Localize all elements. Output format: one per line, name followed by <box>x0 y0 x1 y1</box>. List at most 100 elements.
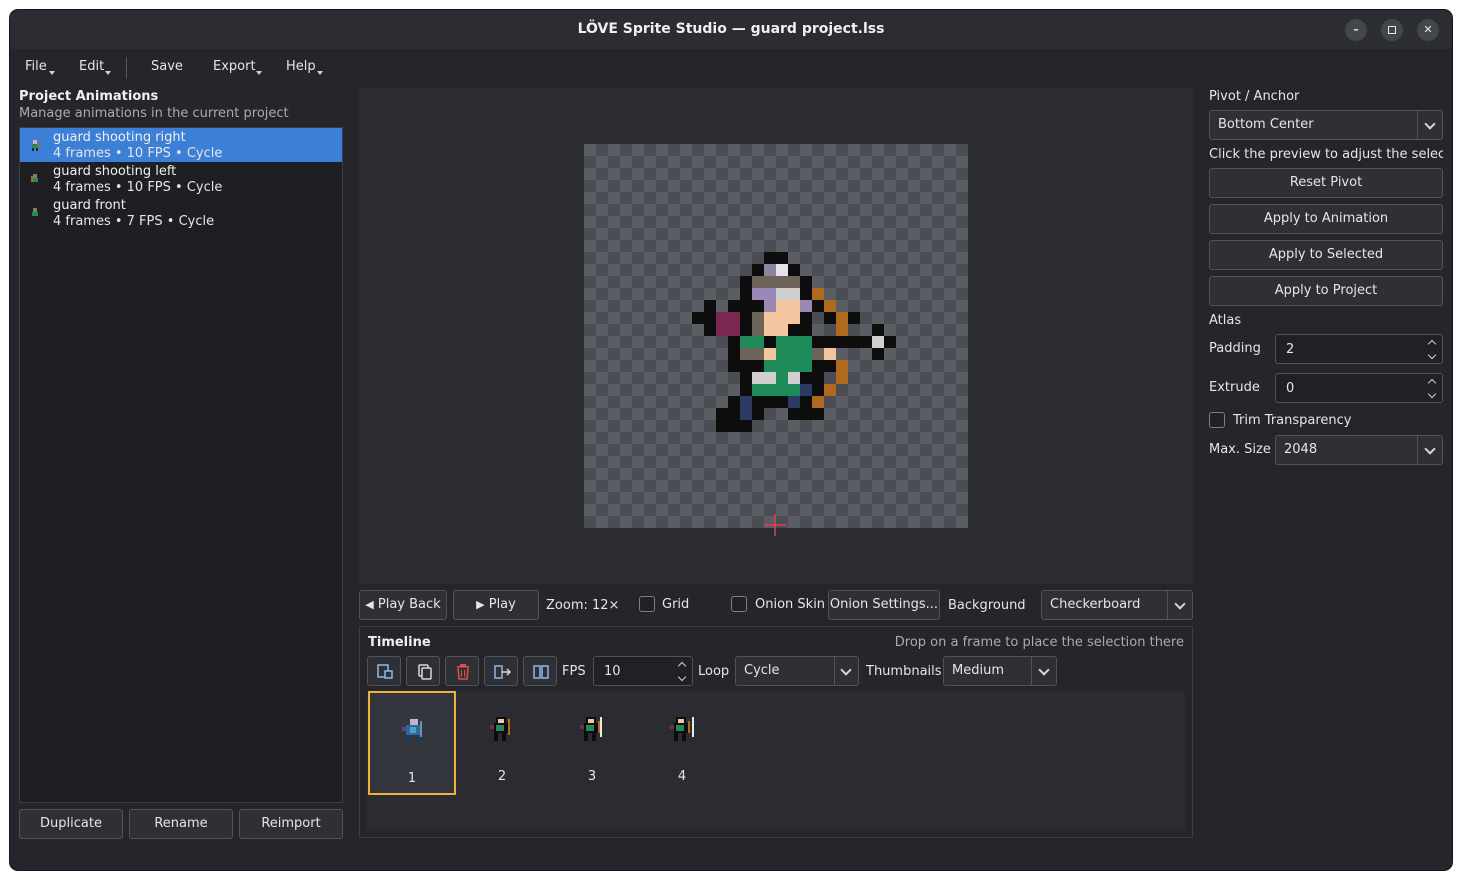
reset-pivot-button[interactable]: Reset Pivot <box>1209 168 1443 198</box>
fps-stepper[interactable]: 10 <box>593 656 693 686</box>
play-button[interactable]: ▶ Play <box>453 590 539 620</box>
chevron-down-icon[interactable] <box>672 672 692 686</box>
frame-number: 3 <box>587 769 597 784</box>
frame-number: 2 <box>497 769 507 784</box>
chevron-down-icon[interactable] <box>1422 350 1442 364</box>
chevron-down-icon <box>49 71 55 75</box>
animation-name: guard shooting left <box>53 164 177 179</box>
timeline-hint: Drop on a frame to place the selection t… <box>894 635 1184 650</box>
sprite-thumbnail-icon <box>32 208 38 219</box>
frame-thumbnail <box>580 717 602 741</box>
padding-label: Padding <box>1209 341 1261 356</box>
maximize-icon[interactable] <box>1381 19 1403 41</box>
chevron-down-icon[interactable] <box>1422 389 1442 403</box>
play-label: Play <box>488 597 516 612</box>
list-item[interactable]: guard shooting left 4 frames • 10 FPS • … <box>20 162 342 196</box>
chevron-down-icon <box>1424 118 1436 130</box>
rename-button[interactable]: Rename <box>129 809 233 839</box>
frame-cell[interactable]: 3 <box>548 691 636 795</box>
pivot-title: Pivot / Anchor <box>1209 89 1300 104</box>
frame-cell[interactable]: 1 <box>368 691 456 795</box>
frame-strip[interactable]: 1 2 3 4 <box>367 691 1185 831</box>
pivot-hint: Click the preview to adjust the selected <box>1209 147 1443 162</box>
menu-file[interactable]: File <box>25 59 47 74</box>
trim-transparency-label: Trim Transparency <box>1233 413 1352 428</box>
list-item[interactable]: guard front 4 frames • 7 FPS • Cycle <box>20 196 342 230</box>
padding-stepper[interactable]: 2 <box>1275 334 1443 364</box>
chevron-down-icon <box>256 71 262 75</box>
play-back-label: Play Back <box>377 597 441 612</box>
preview-canvas[interactable] <box>584 144 968 528</box>
chevron-up-icon[interactable] <box>672 658 692 672</box>
duplicate-button[interactable]: Duplicate <box>19 809 123 839</box>
animation-meta: 4 frames • 10 FPS • Cycle <box>53 180 223 195</box>
menu-export[interactable]: Export <box>213 59 256 74</box>
animation-list[interactable]: guard shooting right 4 frames • 10 FPS •… <box>19 127 343 803</box>
pivot-value: Bottom Center <box>1218 117 1314 132</box>
max-size-label: Max. Size <box>1209 442 1271 457</box>
menu-edit[interactable]: Edit <box>79 59 104 74</box>
animation-name: guard front <box>53 198 126 213</box>
menu-save[interactable]: Save <box>151 59 183 74</box>
sprite-preview[interactable] <box>359 88 1193 584</box>
apply-to-selected-button[interactable]: Apply to Selected <box>1209 240 1443 270</box>
trim-transparency-checkbox[interactable] <box>1209 412 1225 428</box>
frame-thumbnail <box>490 717 510 741</box>
background-select[interactable]: Checkerboard <box>1041 590 1193 620</box>
menu-separator <box>126 57 127 79</box>
move-frame-button[interactable] <box>484 656 518 686</box>
background-value: Checkerboard <box>1050 597 1141 612</box>
frame-number: 4 <box>677 769 687 784</box>
frame-thumbnail <box>670 717 694 741</box>
loop-select[interactable]: Cycle <box>735 656 859 686</box>
onion-settings-button[interactable]: Onion Settings... <box>828 590 940 620</box>
frame-cell[interactable]: 2 <box>458 691 546 795</box>
extrude-label: Extrude <box>1209 380 1260 395</box>
grid-checkbox[interactable] <box>639 596 655 612</box>
animations-title: Project Animations <box>19 89 159 104</box>
reimport-button[interactable]: Reimport <box>239 809 343 839</box>
add-frame-icon <box>377 664 393 679</box>
chevron-down-icon <box>105 71 111 75</box>
onion-skin-checkbox[interactable] <box>731 596 747 612</box>
copy-icon <box>418 664 432 680</box>
close-icon[interactable]: ✕ <box>1417 19 1439 41</box>
max-size-select[interactable]: 2048 <box>1275 435 1443 465</box>
list-item[interactable]: guard shooting right 4 frames • 10 FPS •… <box>20 128 342 162</box>
pivot-marker-icon[interactable] <box>764 514 786 536</box>
chevron-down-icon <box>317 71 323 75</box>
move-right-icon <box>494 665 512 679</box>
play-back-icon: ◀ <box>365 598 374 611</box>
chevron-up-icon[interactable] <box>1422 375 1442 389</box>
chevron-up-icon[interactable] <box>1422 336 1442 350</box>
sprite-thumbnail-icon <box>32 140 39 151</box>
trash-icon <box>457 664 469 680</box>
fps-value: 10 <box>604 664 621 679</box>
atlas-title: Atlas <box>1209 313 1242 328</box>
frame-cell[interactable]: 4 <box>638 691 726 795</box>
mirror-frame-button[interactable] <box>523 656 557 686</box>
chevron-down-icon <box>840 664 852 676</box>
title-bar: LÖVE Sprite Studio — guard project.lss –… <box>10 10 1452 49</box>
chevron-down-icon <box>1174 598 1186 610</box>
pivot-select[interactable]: Bottom Center <box>1209 110 1443 140</box>
apply-to-project-button[interactable]: Apply to Project <box>1209 276 1443 306</box>
apply-to-animation-button[interactable]: Apply to Animation <box>1209 204 1443 234</box>
add-frame-button[interactable] <box>367 656 401 686</box>
max-size-value: 2048 <box>1284 442 1318 457</box>
thumbnails-value: Medium <box>952 663 1004 678</box>
play-back-button[interactable]: ◀ Play Back <box>359 590 447 620</box>
minimize-icon[interactable]: – <box>1345 19 1367 41</box>
extrude-stepper[interactable]: 0 <box>1275 373 1443 403</box>
window-title: LÖVE Sprite Studio — guard project.lss <box>577 21 885 37</box>
copy-frame-button[interactable] <box>406 656 440 686</box>
onion-skin-label: Onion Skin <box>755 597 826 612</box>
menu-bar: File Edit Save Export Help <box>10 49 1452 87</box>
delete-frame-button[interactable] <box>445 656 479 686</box>
menu-help[interactable]: Help <box>286 59 316 74</box>
play-icon: ▶ <box>476 598 485 611</box>
app-window: LÖVE Sprite Studio — guard project.lss –… <box>10 10 1452 870</box>
thumbnails-label: Thumbnails <box>866 664 942 679</box>
mirror-icon <box>533 665 549 679</box>
thumbnails-select[interactable]: Medium <box>943 656 1057 686</box>
